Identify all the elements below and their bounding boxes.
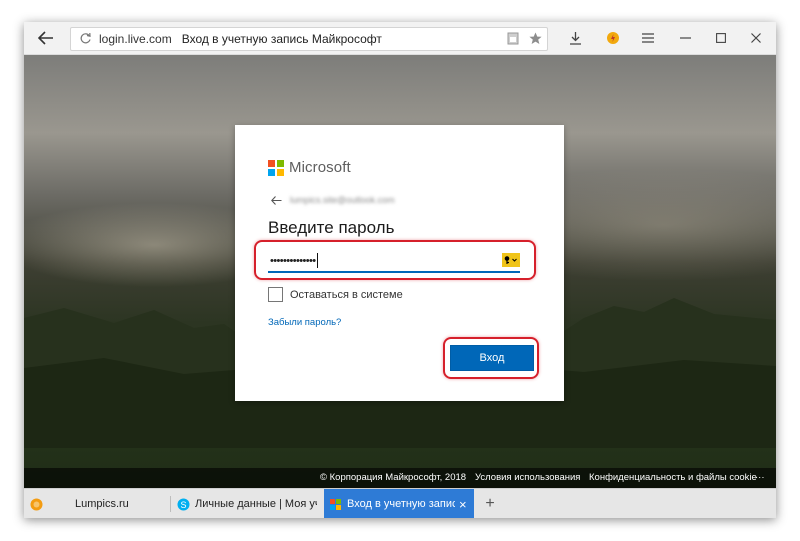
orange-site-icon: [30, 498, 43, 510]
privacy-link[interactable]: Конфиденциальность и файлы cookie: [589, 472, 757, 483]
stay-signed-in-row[interactable]: Оставаться в системе: [268, 287, 403, 302]
tab-skype[interactable]: S Личные данные | Моя учет: [171, 489, 323, 518]
tab-label: Вход в учетную запись М: [347, 498, 455, 510]
url-host: login.live.com: [99, 32, 172, 46]
password-value: ••••••••••••••: [270, 254, 316, 267]
back-button[interactable]: [30, 22, 62, 54]
svg-text:S: S: [180, 500, 186, 510]
page-heading: Введите пароль: [268, 218, 395, 237]
login-card: Microsoft lumpics.site@outlook.com Введи…: [235, 125, 564, 401]
address-bar[interactable]: login.live.com Вход в учетную запись Май…: [70, 27, 548, 51]
stay-signed-in-checkbox[interactable]: [268, 287, 283, 302]
minimize-icon: [679, 37, 691, 39]
reload-icon[interactable]: [79, 32, 92, 45]
maximize-icon: [716, 33, 726, 43]
text-caret: [316, 253, 318, 268]
tab-label: Личные данные | Моя учет: [195, 498, 317, 510]
microsoft-icon: [330, 498, 341, 510]
arrow-left-icon: [38, 31, 53, 45]
arrow-left-icon[interactable]: [271, 195, 282, 205]
password-input[interactable]: ••••••••••••••: [268, 250, 520, 273]
page-content: Microsoft lumpics.site@outlook.com Введи…: [24, 55, 776, 488]
tab-label: Lumpics.ru: [75, 498, 129, 510]
key-icon[interactable]: [502, 253, 520, 267]
page-footer: © Корпорация Майкрософт, 2018 Условия ис…: [24, 468, 776, 488]
tab-bar: Lumpics.ru S Личные данные | Моя учет Вх…: [24, 488, 776, 518]
skype-icon: S: [177, 498, 190, 510]
more-options-button[interactable]: ···: [755, 472, 765, 483]
microsoft-logo: Microsoft: [268, 159, 351, 176]
browser-toolbar: login.live.com Вход в учетную запись Май…: [24, 22, 776, 55]
menu-button[interactable]: [636, 22, 660, 54]
brand-name: Microsoft: [289, 159, 351, 176]
password-manager-icon: [504, 256, 517, 264]
copyright-text: © Корпорация Майкрософт, 2018: [320, 472, 467, 483]
downloads-button[interactable]: [564, 22, 586, 54]
extension-button[interactable]: [602, 22, 624, 54]
close-icon: [751, 33, 761, 43]
download-icon: [569, 32, 581, 45]
stay-signed-in-label: Оставаться в системе: [290, 288, 403, 301]
sign-in-button[interactable]: Вход: [450, 345, 534, 371]
new-tab-button[interactable]: +: [480, 489, 500, 518]
reader-icon[interactable]: [507, 32, 519, 45]
extension-icon: [607, 32, 619, 44]
maximize-button[interactable]: [708, 22, 734, 54]
star-icon[interactable]: [529, 32, 542, 45]
tab-lumpics[interactable]: Lumpics.ru: [24, 489, 170, 518]
account-back-row[interactable]: lumpics.site@outlook.com: [271, 195, 395, 205]
close-window-button[interactable]: [742, 22, 770, 54]
account-email: lumpics.site@outlook.com: [290, 195, 395, 205]
forgot-password-link[interactable]: Забыли пароль?: [268, 317, 341, 328]
page-title: Вход в учетную запись Майкрософт: [181, 32, 382, 46]
minimize-button[interactable]: [672, 22, 698, 54]
tab-microsoft-login[interactable]: Вход в учетную запись М ×: [324, 489, 474, 518]
browser-window: login.live.com Вход в учетную запись Май…: [24, 22, 776, 518]
terms-link[interactable]: Условия использования: [475, 472, 580, 483]
close-tab-icon[interactable]: ×: [459, 497, 467, 512]
microsoft-logo-icon: [268, 159, 284, 176]
menu-icon: [642, 33, 654, 43]
